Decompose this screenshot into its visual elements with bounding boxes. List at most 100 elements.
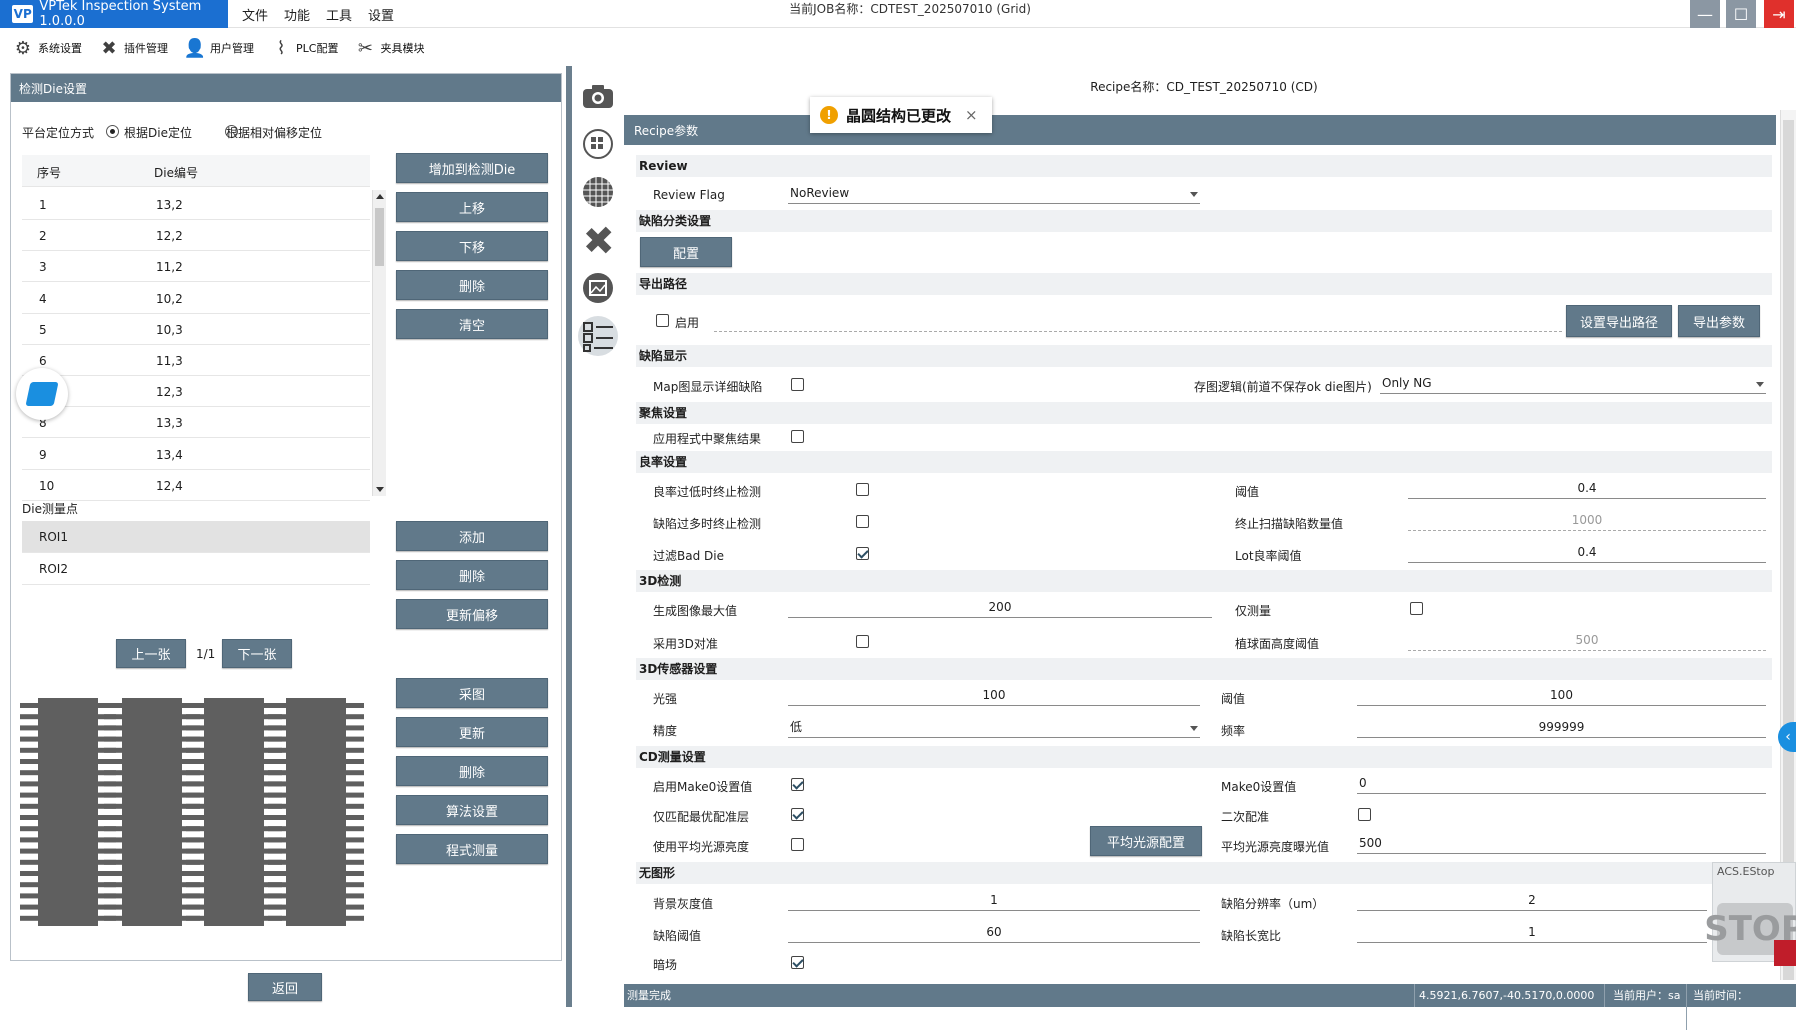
toolbar-system-settings[interactable]: ⚙ 系统设置 <box>12 37 82 59</box>
back-button[interactable]: 返回 <box>248 973 322 1001</box>
maximize-button[interactable]: ☐ <box>1726 0 1756 28</box>
panel-splitter[interactable] <box>566 66 572 1007</box>
die-column <box>286 698 346 926</box>
save-logic-select[interactable]: Only NG <box>1380 372 1766 394</box>
assistant-float-icon[interactable] <box>16 368 68 420</box>
toolbar-plc-config[interactable]: ⌇ PLC配置 <box>270 37 339 59</box>
clear-button[interactable]: 清空 <box>396 309 548 339</box>
export-path-field[interactable] <box>714 310 1562 332</box>
die-table-row[interactable]: 4 10,2 <box>22 283 370 314</box>
close-button[interactable]: ⇥ <box>1764 0 1794 28</box>
add-to-detect-die-button[interactable]: 增加到检测Die <box>396 153 548 183</box>
measure-only-checkbox[interactable] <box>1410 602 1423 615</box>
avg-light-checkbox[interactable] <box>791 838 804 851</box>
apply-focus-checkbox[interactable] <box>791 430 804 443</box>
params-scrollbar[interactable] <box>1780 110 1796 980</box>
scroll-up-icon[interactable] <box>376 194 384 199</box>
precision-select[interactable]: 低 <box>788 716 1200 738</box>
make0-value-input[interactable]: 0 <box>1357 772 1766 794</box>
die-grid-scrollbar[interactable] <box>372 190 386 496</box>
prev-image-button[interactable]: 上一张 <box>116 639 186 668</box>
delete-die-button[interactable]: 删除 <box>396 270 548 300</box>
die-table-row[interactable]: 3 11,2 <box>22 251 370 283</box>
toolbar-fixture-module[interactable]: ✂ 夹具模块 <box>354 37 425 59</box>
update-offset-button[interactable]: 更新偏移 <box>396 599 548 629</box>
next-image-button[interactable]: 下一张 <box>222 639 292 668</box>
configure-button[interactable]: 配置 <box>640 237 732 267</box>
toolbar-user-manager[interactable]: 👤 用户管理 <box>184 37 254 59</box>
max-image-value-input[interactable]: 200 <box>788 596 1212 618</box>
frequency-input[interactable]: 999999 <box>1357 716 1766 738</box>
algorithm-settings-button[interactable]: 算法设置 <box>396 795 548 825</box>
move-up-button[interactable]: 上移 <box>396 192 548 222</box>
aspect-ratio-input[interactable]: 1 <box>1357 921 1707 943</box>
image-frame-icon[interactable] <box>578 268 618 308</box>
radio-die-positioning[interactable] <box>106 125 119 138</box>
capture-image-button[interactable]: 采图 <box>396 678 548 708</box>
die-image-view[interactable] <box>18 693 392 931</box>
toolbar-plugin-manager[interactable]: ✖ 插件管理 <box>98 37 168 59</box>
die-table-row[interactable]: 8 13,3 <box>22 407 370 439</box>
make0-enable-checkbox[interactable] <box>791 778 804 791</box>
lot-yield-input[interactable]: 0.4 <box>1408 541 1766 563</box>
use-3d-align-checkbox[interactable] <box>856 635 869 648</box>
export-params-button[interactable]: 导出参数 <box>1678 305 1760 337</box>
chevron-down-icon[interactable] <box>1756 382 1764 387</box>
stop-defect-count-input[interactable]: 1000 <box>1408 509 1766 531</box>
ruler-pencil-icon[interactable] <box>578 220 618 260</box>
low-yield-stop-checkbox[interactable] <box>856 483 869 496</box>
menu-file[interactable]: 文件 <box>234 5 276 24</box>
wafer-grid-icon[interactable] <box>578 172 618 212</box>
menu-function[interactable]: 功能 <box>276 5 318 24</box>
defect-resolution-input[interactable]: 2 <box>1357 889 1707 911</box>
scroll-down-icon[interactable] <box>376 487 384 492</box>
filter-bad-die-checkbox[interactable] <box>856 547 869 560</box>
move-down-button[interactable]: 下移 <box>396 231 548 261</box>
avg-exposure-input[interactable]: 500 <box>1357 832 1766 854</box>
delete-roi-button[interactable]: 删除 <box>396 560 548 590</box>
chevron-down-icon[interactable] <box>1190 192 1198 197</box>
dark-field-checkbox[interactable] <box>791 956 804 969</box>
review-flag-select[interactable]: NoReview <box>788 182 1200 204</box>
menu-settings[interactable]: 设置 <box>360 5 402 24</box>
die-table-row[interactable]: 10 12,4 <box>22 470 370 501</box>
die-table-row[interactable]: 6 11,3 <box>22 345 370 376</box>
die-table-row[interactable]: 2 12,2 <box>22 220 370 252</box>
die-table-row[interactable]: 712,3 <box>22 376 370 408</box>
add-roi-button[interactable]: 添加 <box>396 521 548 551</box>
die-pad <box>346 714 364 720</box>
background-gray-input[interactable]: 1 <box>788 889 1200 911</box>
second-align-checkbox[interactable] <box>1358 808 1371 821</box>
bump-height-input[interactable]: 500 <box>1408 629 1766 651</box>
minimize-button[interactable]: — <box>1690 0 1720 28</box>
many-defects-stop-checkbox[interactable] <box>856 515 869 528</box>
die-pad <box>104 915 122 921</box>
die-row-id: 11,2 <box>156 260 183 275</box>
params-scroll-thumb[interactable] <box>1783 120 1794 980</box>
scroll-thumb[interactable] <box>375 208 384 266</box>
map-detail-checkbox[interactable] <box>791 378 804 391</box>
delete-image-button[interactable]: 删除 <box>396 756 548 786</box>
roi-row-2[interactable]: ROI2 <box>22 553 370 585</box>
die-table-row[interactable]: 1 13,2 <box>22 189 370 220</box>
chevron-down-icon[interactable] <box>1190 726 1198 731</box>
best-layer-checkbox[interactable] <box>791 808 804 821</box>
checklist-icon[interactable] <box>578 316 618 356</box>
camera-icon[interactable] <box>578 76 618 116</box>
set-export-path-button[interactable]: 设置导出路径 <box>1566 305 1672 337</box>
update-button[interactable]: 更新 <box>396 717 548 747</box>
program-measure-button[interactable]: 程式测量 <box>396 834 548 864</box>
avg-light-config-button[interactable]: 平均光源配置 <box>1090 826 1202 856</box>
roi-row-1[interactable]: ROI1 <box>22 521 370 553</box>
wafer-map-icon[interactable] <box>578 124 618 164</box>
recipe-params-header: Recipe参数 <box>624 115 1776 145</box>
die-table-row[interactable]: 5 10,3 <box>22 314 370 345</box>
defect-threshold-input[interactable]: 60 <box>788 921 1200 943</box>
light-intensity-input[interactable]: 100 <box>788 684 1200 706</box>
yield-threshold-input[interactable]: 0.4 <box>1408 477 1766 499</box>
sensor-threshold-input[interactable]: 100 <box>1357 684 1766 706</box>
menu-tools[interactable]: 工具 <box>318 5 360 24</box>
die-table-row[interactable]: 9 13,4 <box>22 439 370 470</box>
toast-close-icon[interactable]: × <box>965 106 978 124</box>
export-enable-checkbox[interactable] <box>656 314 669 327</box>
